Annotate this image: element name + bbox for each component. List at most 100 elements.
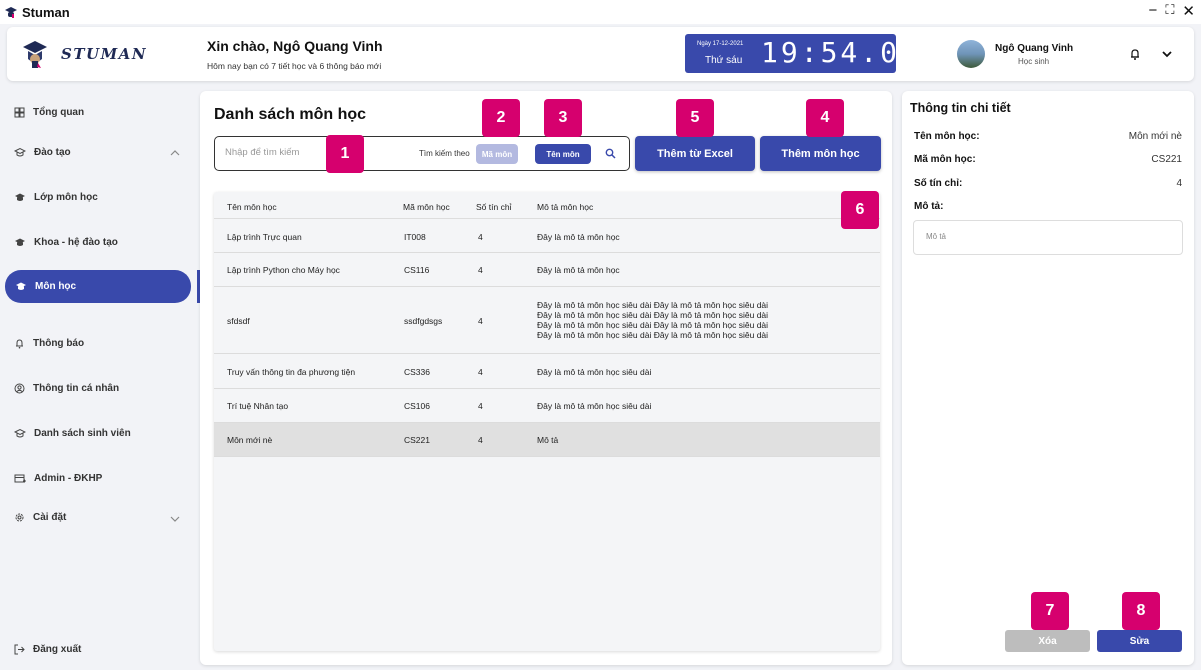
sidebar-item-tong-quan[interactable]: Tổng quan [14, 107, 84, 118]
sidebar-item-lop-mon-hoc[interactable]: Lớp môn học [14, 192, 98, 203]
sidebar-item-label: Lớp môn học [34, 192, 98, 203]
detail-desc-field[interactable] [914, 221, 1182, 254]
table-row[interactable]: Lập trình Python cho Máy học CS116 4 Đây… [214, 253, 880, 287]
register-card-icon [14, 474, 26, 483]
app-logo-icon [5, 7, 17, 18]
sidebar: Tổng quan Đào tạo Lớp môn học Khoa - hệ … [0, 90, 200, 670]
sidebar-item-thong-bao[interactable]: Thông báo [14, 338, 84, 349]
search-input[interactable] [225, 147, 405, 158]
desc-line: Đây là mô tả môn học siêu dài Đây là mô … [537, 330, 769, 340]
cell-name: Lập trình Python cho Máy học [227, 265, 340, 275]
annotation-marker-8: 8 [1122, 592, 1160, 630]
top-header: STUMAN Xin chào, Ngô Quang Vinh Hôm nay … [7, 27, 1194, 81]
sidebar-item-label: Thông tin cá nhân [33, 383, 120, 394]
detail-desc-box [913, 220, 1183, 255]
cell-name: sfdsdf [227, 316, 250, 326]
desc-line: Đây là mô tả môn học siêu dài Đây là mô … [537, 320, 769, 330]
cell-desc: Đây là mô tả môn học siêu dài [537, 367, 652, 377]
table-row[interactable]: Lập trình Trực quan IT008 4 Đây là mô tả… [214, 219, 880, 253]
sidebar-item-thong-tin-ca-nhan[interactable]: Thông tin cá nhân [14, 383, 119, 394]
detail-name-label: Tên môn học: [914, 131, 980, 142]
minimize-button[interactable]: − [1149, 2, 1158, 20]
sidebar-item-label: Thông báo [33, 338, 85, 349]
column-header[interactable]: Mã môn học [403, 202, 450, 212]
maximize-button[interactable]: ⛶ [1165, 2, 1174, 20]
column-header[interactable]: Số tín chỉ [476, 202, 511, 212]
greeting-text: Xin chào, Ngô Quang Vinh [207, 38, 383, 54]
detail-code-value: CS221 [1151, 154, 1182, 165]
greeting-subtitle: Hôm nay bạn có 7 tiết học và 6 thông báo… [207, 61, 382, 71]
sidebar-item-dang-xuat[interactable]: Đăng xuất [14, 644, 81, 655]
import-excel-button[interactable]: Thêm từ Excel [635, 136, 755, 171]
annotation-marker-4: 4 [806, 99, 844, 137]
chevron-up-icon[interactable] [170, 149, 180, 157]
course-list-panel: Danh sách môn học Tìm kiếm theo Mã môn T… [200, 91, 892, 665]
sidebar-item-label: Danh sách sinh viên [34, 428, 131, 439]
delete-button[interactable]: Xóa [1005, 630, 1090, 652]
clock-date: Ngày 17-12-2021 [697, 41, 744, 47]
cell-name: Lập trình Trực quan [227, 232, 302, 242]
cell-credits: 4 [478, 435, 483, 445]
sidebar-item-cai-dat[interactable]: Cài đặt [14, 512, 66, 523]
bell-icon[interactable] [1128, 47, 1142, 61]
user-name: Ngô Quang Vinh [995, 43, 1074, 54]
column-header[interactable]: Mô tả môn học [537, 202, 593, 212]
page-title: Danh sách môn học [214, 106, 367, 123]
annotation-marker-2: 2 [482, 99, 520, 137]
graduation-cap-logo-icon [23, 41, 47, 68]
search-bar: Tìm kiếm theo Mã môn Tên môn [214, 136, 630, 171]
close-button[interactable]: ✕ [1182, 2, 1195, 20]
annotation-marker-1: 1 [326, 135, 364, 173]
cell-code: CS116 [404, 265, 430, 275]
sidebar-item-danh-sach-sinh-vien[interactable]: Danh sách sinh viên [14, 428, 131, 439]
cell-credits: 4 [478, 316, 483, 326]
add-course-button[interactable]: Thêm môn học [760, 136, 881, 171]
table-row[interactable]: Trí tuệ Nhân tạo CS106 4 Đây là mô tả mô… [214, 389, 880, 423]
desc-line: Đây là mô tả môn học siêu dài Đây là mô … [537, 300, 769, 310]
chevron-down-icon[interactable] [1160, 47, 1174, 61]
brand-name: STUMAN [61, 45, 148, 63]
sidebar-item-mon-hoc[interactable]: Môn học [5, 270, 191, 303]
column-header[interactable]: Tên môn học [227, 202, 277, 212]
sidebar-item-admin-dkhp[interactable]: Admin - ĐKHP [14, 473, 102, 484]
bell-icon [16, 339, 23, 349]
detail-name-value: Môn mới nè [1128, 131, 1182, 142]
user-role: Học sinh [1018, 57, 1050, 66]
annotation-marker-6: 6 [841, 191, 879, 229]
chevron-down-icon[interactable] [170, 515, 180, 523]
sidebar-item-label: Môn học [35, 281, 77, 292]
annotation-marker-7: 7 [1031, 592, 1069, 630]
table-row[interactable]: sfdsdf ssdfgdsgs 4 Đây là mô tả môn học … [214, 287, 880, 354]
cell-desc: Đây là mô tả môn học [537, 232, 620, 242]
graduation-cap-icon [14, 428, 26, 438]
cell-desc: Đây là mô tả môn học siêu dài Đây là mô … [537, 300, 768, 340]
edit-button[interactable]: Sửa [1097, 630, 1182, 652]
sidebar-item-label: Cài đặt [33, 512, 67, 523]
sidebar-item-label: Đăng xuất [33, 644, 82, 655]
cell-code: CS336 [404, 367, 430, 377]
sidebar-item-label: Khoa - hệ đào tạo [34, 237, 118, 248]
cell-credits: 4 [478, 401, 483, 411]
graduation-cap-icon [15, 193, 25, 201]
cell-name: Môn mới nè [227, 435, 273, 445]
cell-desc: Đây là mô tả môn học siêu dài [537, 401, 652, 411]
sidebar-item-khoa-he-dao-tao[interactable]: Khoa - hệ đào tạo [14, 237, 118, 248]
cell-credits: 4 [478, 265, 483, 275]
table-row[interactable]: Truy vấn thông tin đa phương tiện CS336 … [214, 354, 880, 389]
search-icon[interactable] [605, 148, 616, 159]
cell-code: IT008 [404, 232, 426, 242]
detail-credits-value: 4 [1176, 178, 1182, 189]
search-by-code-chip[interactable]: Mã môn [476, 144, 518, 164]
avatar[interactable] [957, 40, 985, 68]
search-by-name-chip[interactable]: Tên môn [535, 144, 591, 164]
sidebar-item-label: Admin - ĐKHP [34, 473, 103, 484]
window-titlebar: Stuman − ⛶ ✕ [0, 0, 1201, 24]
cell-desc: Mô tả [537, 435, 559, 445]
graduation-cap-icon [15, 238, 25, 246]
detail-title: Thông tin chi tiết [910, 101, 1011, 115]
table-row-selected[interactable]: Môn mới nè CS221 4 Mô tả [214, 423, 880, 457]
annotation-marker-5: 5 [676, 99, 714, 137]
sidebar-item-label: Đào tạo [34, 147, 71, 158]
sidebar-item-dao-tao[interactable]: Đào tạo [14, 147, 71, 158]
sidebar-item-label: Tổng quan [33, 107, 85, 118]
